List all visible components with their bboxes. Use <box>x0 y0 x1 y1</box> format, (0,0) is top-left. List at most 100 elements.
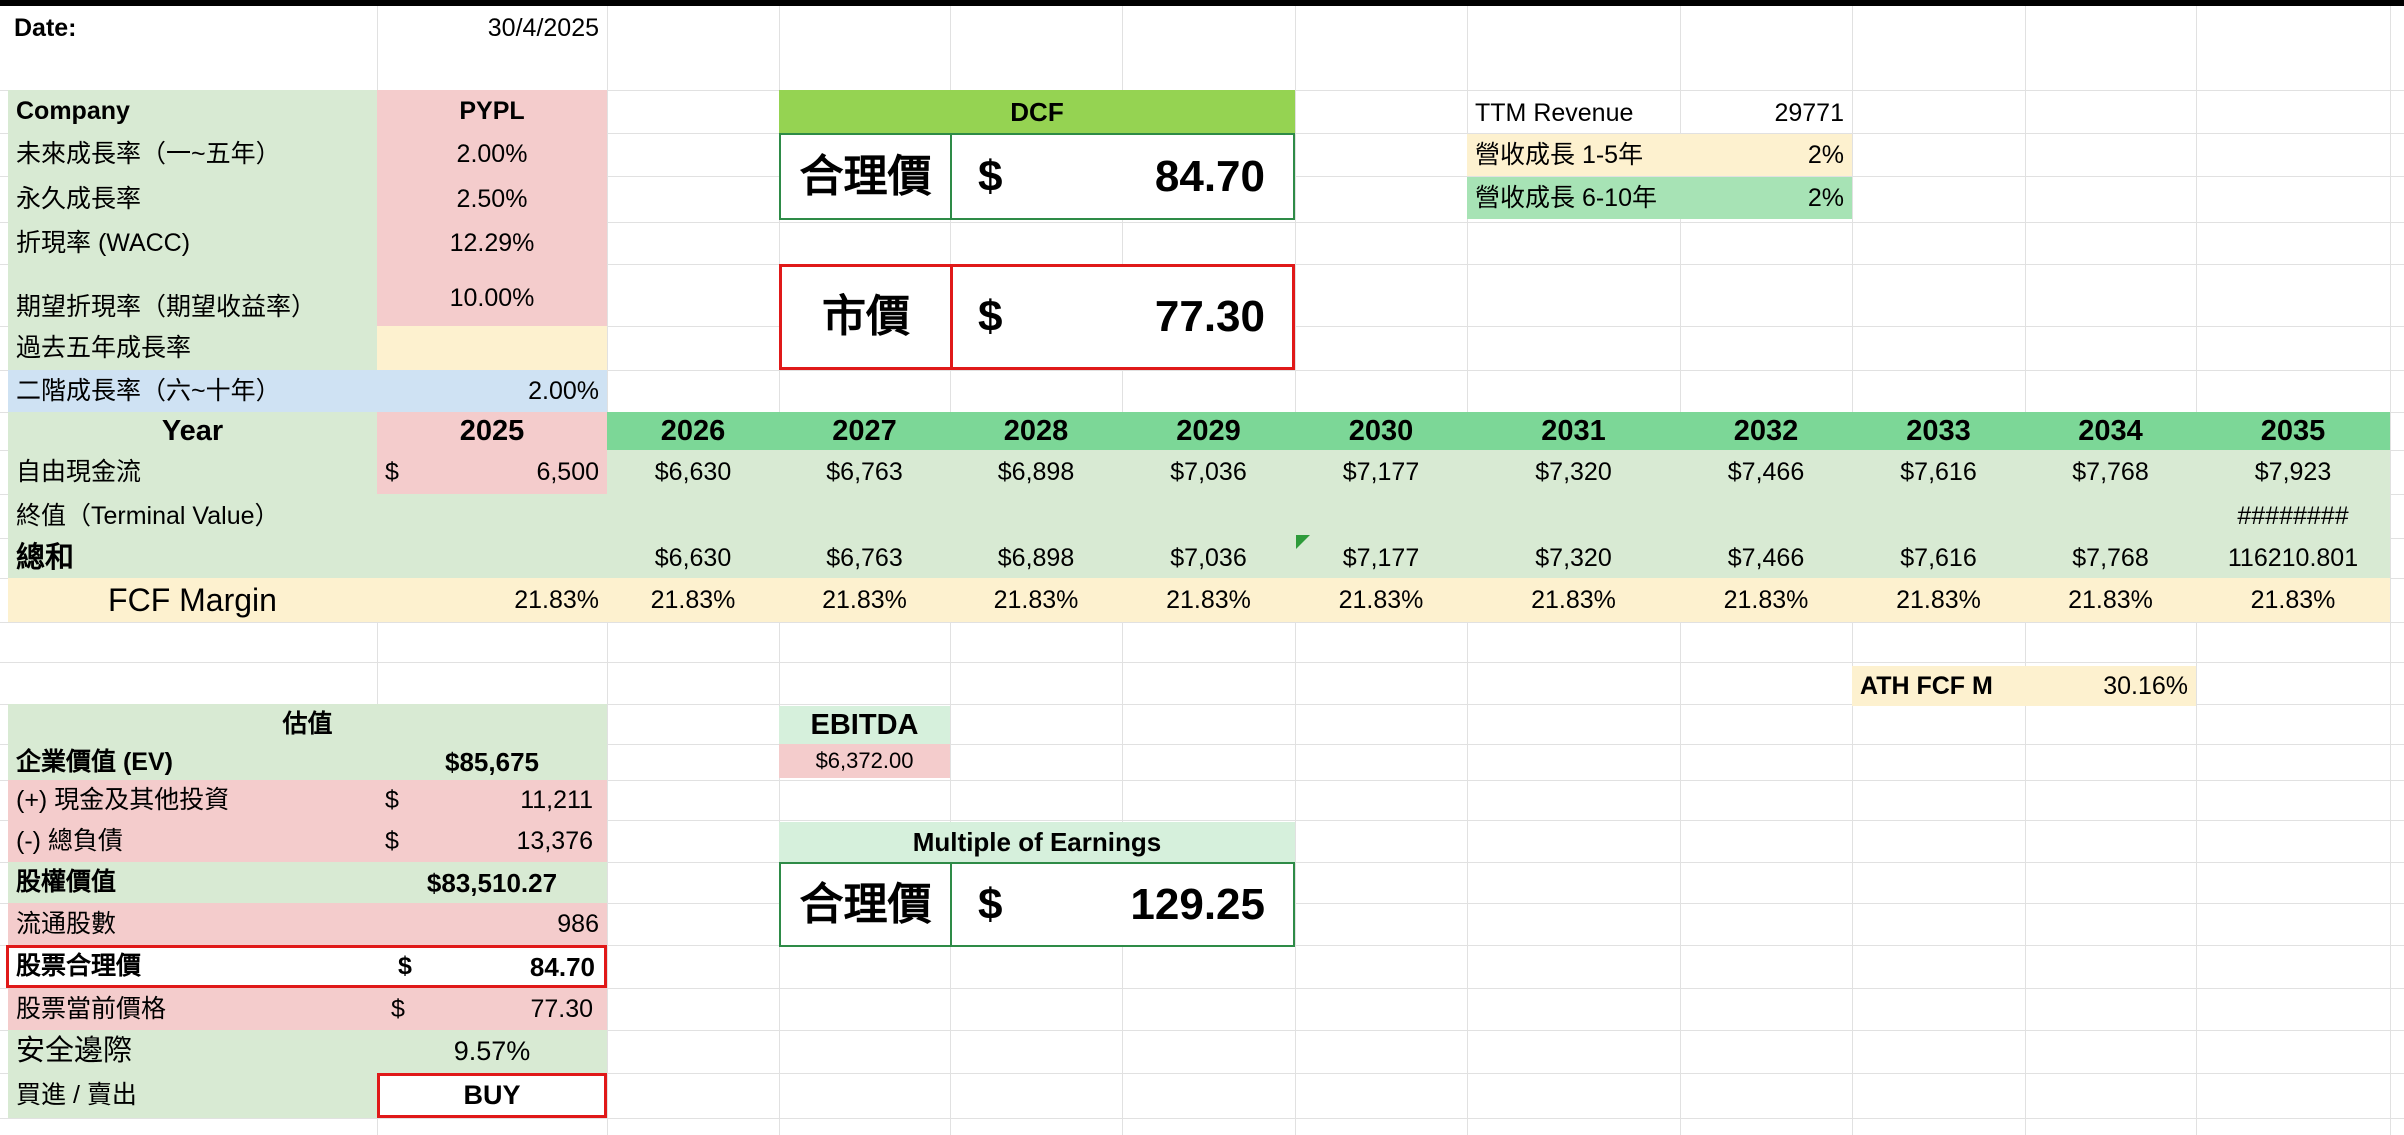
sum-cell[interactable]: $7,177 <box>1295 538 1467 578</box>
fcf-margin-label: FCF Margin <box>8 578 377 622</box>
year-header: 2028 <box>950 412 1122 450</box>
stock-fair-value[interactable]: 84.70 <box>450 947 605 986</box>
fcf-margin-cell[interactable]: 21.83% <box>2025 578 2196 622</box>
safety-margin-value[interactable]: 9.57% <box>377 1030 607 1073</box>
cash-label: (+) 現金及其他投資 <box>8 780 377 820</box>
fcf-cell[interactable]: $7,177 <box>1295 450 1467 494</box>
multiple-of-earnings-title: Multiple of Earnings <box>779 822 1295 862</box>
fcf-margin-cell[interactable]: 21.83% <box>779 578 950 622</box>
fcf-cell[interactable]: $7,768 <box>2025 450 2196 494</box>
terminal-value-cell[interactable] <box>607 494 779 538</box>
fcf-margin-cell[interactable]: 21.83% <box>1852 578 2025 622</box>
sum-cell[interactable]: 116210.801 <box>2196 538 2390 578</box>
fcf-margin-cell[interactable]: 21.83% <box>377 578 607 622</box>
equity-label: 股權價值 <box>8 862 377 903</box>
dcf-fair-value[interactable]: 84.70 <box>1040 135 1285 218</box>
terminal-value-cell[interactable] <box>2025 494 2196 538</box>
sum-cell[interactable]: $7,466 <box>1680 538 1852 578</box>
buy-sell-value[interactable]: BUY <box>380 1076 604 1115</box>
top-bar <box>0 0 2404 6</box>
wacc-label: 折現率 (WACC) <box>8 222 377 264</box>
spreadsheet[interactable]: Date: 30/4/2025 Company PYPL 未來成長率（一~五年）… <box>0 0 2404 1135</box>
multiple-fair-label: 合理價 <box>799 879 932 929</box>
perpetual-growth-label: 永久成長率 <box>8 176 377 222</box>
fcf-margin-cell[interactable]: 21.83% <box>950 578 1122 622</box>
fcf-margin-cell[interactable]: 21.83% <box>2196 578 2390 622</box>
debt-currency: $ <box>377 820 437 862</box>
cash-currency: $ <box>377 780 437 820</box>
fcf-margin-cell[interactable]: 21.83% <box>1467 578 1680 622</box>
current-price-currency: $ <box>377 988 437 1030</box>
stock-fair-value-currency: $ <box>398 952 412 980</box>
wacc-value[interactable]: 12.29% <box>377 222 607 264</box>
year-header: 2034 <box>2025 412 2196 450</box>
ttm-revenue-value[interactable]: 29771 <box>1680 94 1852 133</box>
year-header: 2031 <box>1467 412 1680 450</box>
fcf-cell[interactable]: $7,923 <box>2196 450 2390 494</box>
revenue-growth-6-10-value[interactable]: 2% <box>1680 177 1852 219</box>
divider <box>950 133 952 220</box>
dcf-title: DCF <box>779 90 1295 133</box>
past-growth-value[interactable] <box>377 326 607 370</box>
fcf-label: 自由現金流 <box>8 450 377 494</box>
terminal-value-cell[interactable] <box>1295 494 1467 538</box>
sum-label: 總和 <box>8 538 607 578</box>
ath-fcf-margin-label: ATH FCF M <box>1852 666 2025 706</box>
equity-value[interactable]: $83,510.27 <box>377 862 607 903</box>
sum-cell[interactable]: $7,036 <box>1122 538 1295 578</box>
fcf-cell[interactable]: $7,466 <box>1680 450 1852 494</box>
perpetual-growth-value[interactable]: 2.50% <box>377 176 607 222</box>
revenue-growth-1-5-label: 營收成長 1-5年 <box>1467 134 1680 176</box>
sum-cell[interactable]: $7,768 <box>2025 538 2196 578</box>
shares-value[interactable]: 986 <box>377 903 607 945</box>
sum-cell[interactable]: $6,630 <box>607 538 779 578</box>
terminal-value-cell[interactable] <box>1680 494 1852 538</box>
gridline <box>0 662 2404 663</box>
company-value[interactable]: PYPL <box>377 90 607 133</box>
fcf-margin-cell[interactable]: 21.83% <box>1122 578 1295 622</box>
sum-cell[interactable]: $7,616 <box>1852 538 2025 578</box>
fcf-cell[interactable]: $6,898 <box>950 450 1122 494</box>
fcf-cell[interactable]: $7,616 <box>1852 450 2025 494</box>
stage2-growth-label: 二階成長率（六~十年） <box>8 370 377 412</box>
debt-value[interactable]: 13,376 <box>437 820 607 862</box>
terminal-value-cell[interactable] <box>1852 494 2025 538</box>
ebitda-label: EBITDA <box>779 706 950 744</box>
shares-label: 流通股數 <box>8 903 377 945</box>
fcf-cell[interactable]: 6,500 <box>437 450 607 494</box>
expected-rate-value[interactable]: 10.00% <box>377 264 607 326</box>
terminal-value-cell[interactable] <box>779 494 950 538</box>
fcf-cell[interactable]: $6,630 <box>607 450 779 494</box>
dcf-market-value[interactable]: 77.30 <box>1040 267 1285 367</box>
stock-fair-value-label: 股票合理價 <box>16 952 142 980</box>
terminal-value-cell[interactable] <box>1467 494 1680 538</box>
comment-indicator-icon <box>1296 535 1310 549</box>
fcf-cell[interactable]: $7,036 <box>1122 450 1295 494</box>
ev-value[interactable]: $85,675 <box>377 744 607 780</box>
cash-value[interactable]: 11,211 <box>437 780 607 820</box>
fcf-margin-cell[interactable]: 21.83% <box>607 578 779 622</box>
fcf-margin-cell[interactable]: 21.83% <box>1680 578 1852 622</box>
dcf-market-currency: $ <box>978 292 1003 341</box>
terminal-value-cell[interactable]: ######## <box>2196 494 2390 538</box>
current-price-value[interactable]: 77.30 <box>437 988 607 1030</box>
multiple-fair-value[interactable]: 129.25 <box>1040 864 1285 945</box>
ath-fcf-margin-value[interactable]: 30.16% <box>2025 666 2196 706</box>
fcf-cell[interactable]: $6,763 <box>779 450 950 494</box>
ttm-revenue-label: TTM Revenue <box>1475 99 1634 127</box>
buy-sell-label: 買進 / 賣出 <box>8 1073 377 1118</box>
terminal-value-cell[interactable] <box>950 494 1122 538</box>
ebitda-value[interactable]: $6,372.00 <box>779 744 950 778</box>
sum-cell[interactable]: $6,898 <box>950 538 1122 578</box>
stage2-growth-value[interactable]: 2.00% <box>377 370 607 412</box>
sum-cell[interactable]: $7,320 <box>1467 538 1680 578</box>
fcf-margin-cell[interactable]: 21.83% <box>1295 578 1467 622</box>
revenue-growth-1-5-value[interactable]: 2% <box>1680 134 1852 176</box>
growth-value[interactable]: 2.00% <box>377 133 607 176</box>
date-value[interactable]: 30/4/2025 <box>377 10 607 46</box>
fcf-cell[interactable]: $7,320 <box>1467 450 1680 494</box>
terminal-value-cell[interactable] <box>1122 494 1295 538</box>
safety-margin-label: 安全邊際 <box>8 1030 377 1073</box>
sum-cell[interactable]: $6,763 <box>779 538 950 578</box>
divider <box>950 264 953 370</box>
